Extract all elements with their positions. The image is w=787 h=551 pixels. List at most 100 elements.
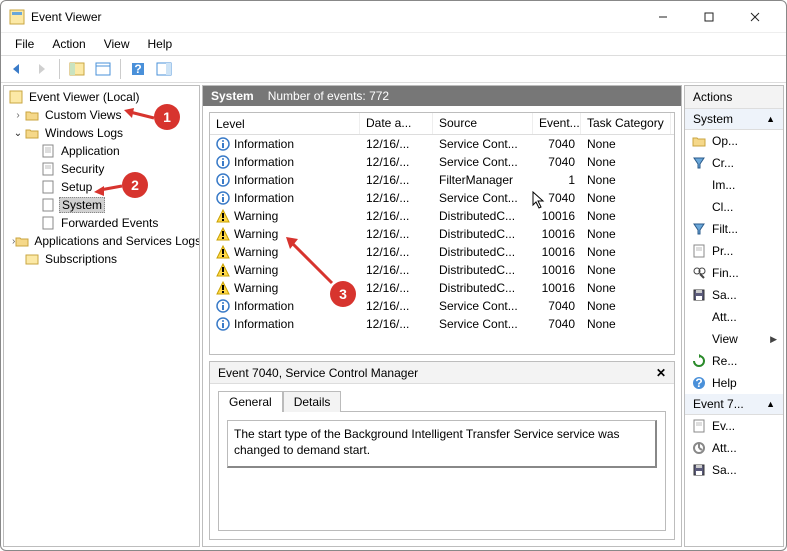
blank-icon <box>691 331 707 347</box>
tab-general[interactable]: General <box>218 391 283 412</box>
submenu-icon: ▶ <box>770 334 777 345</box>
event-row[interactable]: Warning12/16/...DistributedC...10016None <box>210 225 674 243</box>
event-row[interactable]: Information12/16/...Service Cont...7040N… <box>210 315 674 333</box>
callout-badge-2: 2 <box>122 172 148 198</box>
cursor-icon <box>532 191 546 209</box>
task-cell: None <box>581 137 671 151</box>
level-text: Information <box>234 191 294 205</box>
properties-button[interactable] <box>92 58 114 80</box>
source-cell: Service Cont... <box>433 137 533 151</box>
action-item[interactable]: Att... <box>685 306 783 328</box>
panel-button[interactable] <box>153 58 175 80</box>
blank-icon <box>691 199 707 215</box>
info-icon <box>216 299 230 313</box>
action-label: Att... <box>712 441 737 455</box>
minimize-button[interactable] <box>640 1 686 33</box>
column-date[interactable]: Date a... <box>360 113 433 134</box>
action-item[interactable]: Sa... <box>685 459 783 481</box>
show-tree-button[interactable] <box>66 58 88 80</box>
event-row[interactable]: Information12/16/...Service Cont...7040N… <box>210 189 674 207</box>
tree-forwarded[interactable]: Forwarded Events <box>4 214 199 232</box>
column-level[interactable]: Level <box>210 113 360 134</box>
info-icon <box>216 173 230 187</box>
action-item[interactable]: Filt... <box>685 218 783 240</box>
action-item[interactable]: Pr... <box>685 240 783 262</box>
eventid-cell: 10016 <box>533 281 581 295</box>
event-row[interactable]: Warning12/16/...DistributedC...10016None <box>210 207 674 225</box>
preview-close-button[interactable]: ✕ <box>656 366 666 380</box>
warning-icon <box>216 227 230 241</box>
log-icon <box>40 197 56 213</box>
actions-section-system[interactable]: System ▲ <box>685 109 783 130</box>
tree-security[interactable]: Security <box>4 160 199 178</box>
forward-button[interactable] <box>31 58 53 80</box>
actions-pane: Actions System ▲ Op...Cr...Im...Cl...Fil… <box>684 85 784 547</box>
action-label: View <box>712 332 738 346</box>
log-icon <box>40 143 56 159</box>
menu-action[interactable]: Action <box>44 35 93 53</box>
action-item[interactable]: Fin... <box>685 262 783 284</box>
collapse-icon: ▲ <box>766 399 775 409</box>
callout-arrow-3 <box>282 233 334 285</box>
tree-system[interactable]: System <box>4 196 199 214</box>
warning-icon <box>216 209 230 223</box>
svg-text:?: ? <box>134 62 141 76</box>
app-icon <box>9 9 25 25</box>
action-item[interactable]: Im... <box>685 174 783 196</box>
grid-body[interactable]: Information12/16/...Service Cont...7040N… <box>210 135 674 355</box>
folder-icon <box>24 107 40 123</box>
level-text: Information <box>234 173 294 187</box>
tree-apps-services[interactable]: › Applications and Services Logs <box>4 232 199 250</box>
maximize-button[interactable] <box>686 1 732 33</box>
action-item[interactable]: Att... <box>685 437 783 459</box>
tab-details[interactable]: Details <box>283 391 342 412</box>
action-label: Help <box>712 376 737 390</box>
event-row[interactable]: Warning12/16/...DistributedC...10016None <box>210 279 674 297</box>
menu-help[interactable]: Help <box>140 35 181 53</box>
warning-icon <box>216 245 230 259</box>
event-row[interactable]: Information12/16/...Service Cont...7040N… <box>210 135 674 153</box>
eventid-cell: 10016 <box>533 245 581 259</box>
action-label: Filt... <box>712 222 738 236</box>
action-item[interactable]: ?Help <box>685 372 783 394</box>
menu-view[interactable]: View <box>96 35 138 53</box>
menu-file[interactable]: File <box>7 35 42 53</box>
event-row[interactable]: Information12/16/...FilterManager1None <box>210 171 674 189</box>
eventid-cell: 7040 <box>533 155 581 169</box>
collapse-icon[interactable]: ⌄ <box>12 128 24 139</box>
info-icon <box>216 137 230 151</box>
tree-application[interactable]: Application <box>4 142 199 160</box>
help-button[interactable]: ? <box>127 58 149 80</box>
actions-section-event[interactable]: Event 7... ▲ <box>685 394 783 415</box>
column-event[interactable]: Event... <box>533 113 581 134</box>
event-row[interactable]: Information12/16/...Service Cont...7040N… <box>210 153 674 171</box>
task-cell: None <box>581 191 671 205</box>
subscriptions-icon <box>24 251 40 267</box>
column-task[interactable]: Task Category <box>581 113 671 134</box>
save-icon <box>691 462 707 478</box>
info-icon <box>216 317 230 331</box>
preview-title: Event 7040, Service Control Manager <box>218 366 418 380</box>
expand-icon[interactable]: › <box>12 110 24 121</box>
toolbar: ? <box>1 55 786 83</box>
action-item[interactable]: Cr... <box>685 152 783 174</box>
event-row[interactable]: Warning12/16/...DistributedC...10016None <box>210 243 674 261</box>
back-button[interactable] <box>5 58 27 80</box>
action-item[interactable]: Sa... <box>685 284 783 306</box>
column-source[interactable]: Source <box>433 113 533 134</box>
action-item[interactable]: Ev... <box>685 415 783 437</box>
source-cell: DistributedC... <box>433 245 533 259</box>
action-item[interactable]: Re... <box>685 350 783 372</box>
source-cell: Service Cont... <box>433 155 533 169</box>
close-button[interactable] <box>732 1 778 33</box>
action-item[interactable]: View ▶ <box>685 328 783 350</box>
event-row[interactable]: Warning12/16/...DistributedC...10016None <box>210 261 674 279</box>
tree-subscriptions[interactable]: Subscriptions <box>4 250 199 268</box>
log-icon <box>40 215 56 231</box>
event-row[interactable]: Information12/16/...Service Cont...7040N… <box>210 297 674 315</box>
action-item[interactable]: Cl... <box>685 196 783 218</box>
source-cell: DistributedC... <box>433 209 533 223</box>
action-item[interactable]: Op... <box>685 130 783 152</box>
action-label: Fin... <box>712 266 739 280</box>
level-text: Warning <box>234 245 278 259</box>
